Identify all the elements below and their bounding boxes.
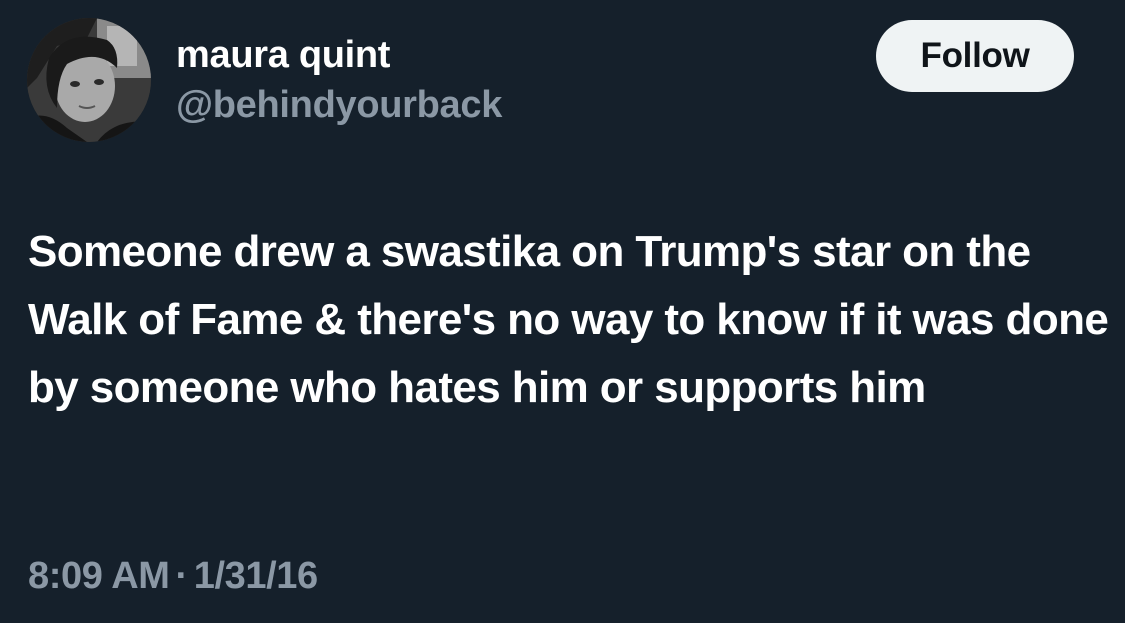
- tweet-date[interactable]: 1/31/16: [194, 555, 318, 597]
- tweet-time[interactable]: 8:09 AM: [28, 555, 170, 597]
- tweet-card: maura quint @behindyourback Follow Someo…: [0, 0, 1125, 623]
- avatar-photo: [27, 18, 151, 142]
- author-name[interactable]: maura quint: [176, 32, 390, 78]
- tweet-timestamp[interactable]: 8:09 AM · 1/31/16: [28, 553, 318, 599]
- timestamp-separator: ·: [175, 555, 189, 597]
- tweet-text: Someone drew a swastika on Trump's star …: [28, 227, 1109, 412]
- author-handle[interactable]: @behindyourback: [176, 82, 502, 128]
- avatar[interactable]: [27, 18, 151, 142]
- follow-button[interactable]: Follow: [876, 20, 1074, 92]
